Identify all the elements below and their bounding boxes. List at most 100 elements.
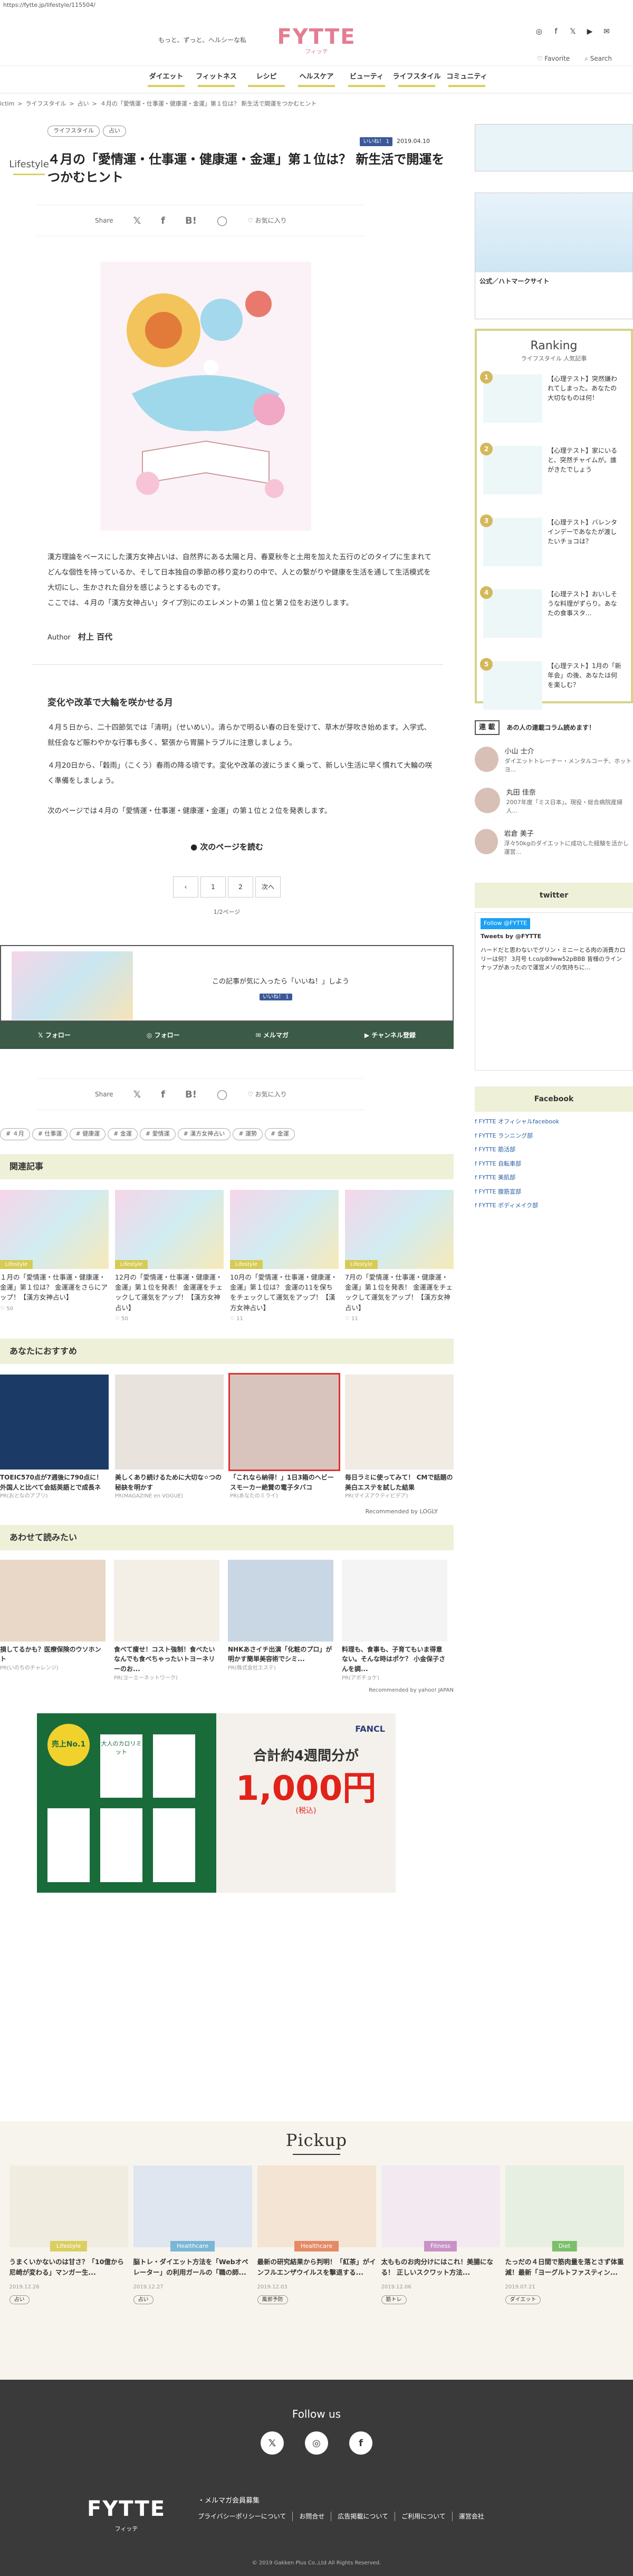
youtube-icon[interactable]: ▶ (584, 26, 595, 37)
footer-mail[interactable]: ・メルマガ会員募集 (198, 2496, 260, 2506)
also-card[interactable]: 料理も、食事も、子育てもいま得意ない。そんな時はポケ？ 小金保子さんを調... P… (342, 1559, 447, 1682)
youtube-follow[interactable]: ▶ チャンネル登録 (365, 1031, 416, 1040)
twitter-icon[interactable]: 𝕏 (568, 26, 578, 37)
ranking-item[interactable]: 5 【心理テスト】1月の「新年会」の後、あなたは何を楽しむ？ (480, 657, 625, 722)
newsletter-follow[interactable]: ✉ メルマガ (256, 1031, 289, 1040)
facebook-link[interactable]: f FYTTE 腹筋宣部 (475, 1185, 633, 1199)
related-card[interactable]: Lifestyle 12月の「愛情運・仕事運・健康運・金運」第１位を発表！ 金運運… (115, 1189, 224, 1323)
footer-link[interactable]: ご利用について (395, 2512, 453, 2521)
hatena-share-icon[interactable]: B! (185, 214, 197, 228)
sidebar-ad[interactable]: 公式／ハトマークサイト (475, 193, 633, 319)
ad-banner[interactable]: 売上No.1 大人のカロリミット FANCL 合計約4週間分が 1,000円 (… (37, 1713, 396, 1893)
keyword-tag[interactable]: # 漢方女神占い (177, 1128, 231, 1140)
recommend-card[interactable]: TOEIC570点が7週後に790点に！外国人と比べて会話英語とで成長ネ PR(お… (0, 1375, 109, 1500)
also-card[interactable]: 食べて痩せ！コスト強制！食べたいなんでも食べちゃったいトヨーネリーのお... PR… (114, 1559, 219, 1682)
like-panel-button[interactable]: いいね！ 1 (260, 991, 292, 1002)
facebook-share-icon[interactable]: f (161, 214, 165, 228)
keyword-tag[interactable]: # ４月 (0, 1128, 30, 1140)
also-card[interactable]: 損してるかも？医療保険のウソホント PR(いのちのチャレンジ) (0, 1559, 106, 1682)
breadcrumb-item[interactable]: ictim (0, 100, 14, 115)
site-logo[interactable]: FYTTE フィッテ (274, 26, 359, 56)
banner-product: 大人のカロリミット (100, 1734, 142, 1798)
nav-item[interactable]: コミュニティ (442, 72, 492, 88)
footer-link[interactable]: 広告掲載について (331, 2512, 396, 2521)
favorite-button[interactable]: ♡ Favorite (537, 54, 570, 63)
yahoo-credit[interactable]: Recommended by yahoo! JAPAN (0, 1686, 454, 1694)
related-card[interactable]: Lifestyle １月の「愛情運・仕事運・健康運・金運」第１位は？ 金運運をさら… (0, 1189, 109, 1323)
breadcrumb-item[interactable]: 占い (78, 100, 89, 115)
recommend-card[interactable]: 「これなら納得！」1日3箱のヘビースモーカー絶賛の電子タバコ PR(あなたのミライ… (228, 1373, 340, 1500)
pager-button[interactable]: ‹ (173, 876, 198, 898)
recommend-grid: TOEIC570点が7週後に790点に！外国人と比べて会話英語とで成長ネ PR(お… (0, 1373, 454, 1500)
author-name[interactable]: 村上 百代 (78, 632, 112, 642)
facebook-icon[interactable]: f (551, 26, 561, 37)
pickup-card[interactable]: Fitness 太もものお肉分けにはこれ！美腸になる！ 正しいスクワット方法...… (381, 2165, 500, 2305)
facebook-link[interactable]: f FYTTE 自転車部 (475, 1157, 633, 1171)
like-button[interactable]: いいね！ 1 (360, 137, 393, 146)
twitter-follow[interactable]: 𝕏 フォロー (38, 1031, 71, 1040)
pickup-card[interactable]: Healthcare 脳トレ・ダイエット方法を「Webオペレーター」の利用ガールの… (133, 2165, 252, 2305)
footer-link[interactable]: お問合せ (293, 2512, 332, 2521)
facebook-link[interactable]: f FYTTE ボディメイク部 (475, 1199, 633, 1213)
pager-button[interactable]: 2 (228, 876, 253, 898)
next-page-link[interactable]: ● 次のページを読む (0, 841, 454, 853)
related-card[interactable]: Lifestyle 10月の「愛情運・仕事運・健康運・金運」第１位は？ 金運の11… (230, 1189, 339, 1323)
line-share-icon[interactable]: ◯ (217, 1087, 227, 1102)
twitter-share-icon[interactable]: 𝕏 (133, 1087, 141, 1102)
pager-button[interactable]: 次へ (255, 876, 281, 898)
pickup-card[interactable]: Lifestyle うまくいかないのは甘さ？「10億から尼崎が変わる」マンガー生.… (9, 2165, 128, 2305)
search-button[interactable]: ⌕ Search (584, 54, 612, 63)
logly-credit[interactable]: Recommended by LOGLY (0, 1508, 454, 1516)
nav-item[interactable]: ライフスタイル (392, 72, 442, 88)
favorite-share-button[interactable]: ♡ お気に入り (247, 216, 287, 225)
article-tag[interactable]: 占い (103, 126, 126, 137)
ranking-item[interactable]: 1 【心理テスト】突然嫌われてしまった。あなたの大切なものは何！ (480, 370, 625, 435)
pickup-card[interactable]: Diet たっだの４日間で筋肉量を落とさず体重減！最新「ヨーグルトファスティン..… (505, 2165, 624, 2305)
breadcrumb-item[interactable]: ライフスタイル (25, 100, 66, 115)
pickup-card[interactable]: Healthcare 最新の研究結果から判明！「紅茶」がインフルエンザウイルスを撃… (257, 2165, 376, 2305)
instagram-icon[interactable]: ◎ (305, 2431, 328, 2455)
keyword-tag[interactable]: # 健康運 (70, 1128, 106, 1140)
hatena-share-icon[interactable]: B! (185, 1087, 197, 1102)
mail-icon[interactable]: ✉ (601, 26, 612, 37)
writer-item[interactable]: 小山 士介 ダイエットトレーナー・メンタルコーチ、ホットヨ... (475, 747, 633, 779)
keyword-tag[interactable]: # 運勢 (233, 1128, 263, 1140)
article-tag[interactable]: ライフスタイル (47, 126, 100, 137)
instagram-follow[interactable]: ◎ フォロー (147, 1031, 180, 1040)
nav-item[interactable]: ビューティ (342, 72, 392, 88)
footer-link[interactable]: プライバシーポリシーについて (198, 2512, 293, 2521)
instagram-icon[interactable]: ◎ (534, 26, 544, 37)
keyword-tag[interactable]: # 愛情運 (139, 1128, 176, 1140)
nav-item[interactable]: ダイエット (141, 72, 191, 88)
facebook-link[interactable]: f FYTTE 美肌部 (475, 1171, 633, 1185)
writer-item[interactable]: 丸田 佳奈 2007年度「ミス日本」。現役・総合病院産婦人... (475, 788, 633, 820)
nav-item[interactable]: フィットネス (191, 72, 242, 88)
facebook-link[interactable]: f FYTTE ランニング部 (475, 1129, 633, 1143)
sidebar-ad-top[interactable] (475, 124, 633, 171)
keyword-tag[interactable]: # 仕事運 (32, 1128, 68, 1140)
nav-item[interactable]: ヘルスケア (292, 72, 342, 88)
pager-button[interactable]: 1 (200, 876, 226, 898)
keyword-tag[interactable]: # 金運 (265, 1128, 295, 1140)
facebook-share-icon[interactable]: f (161, 1087, 165, 1102)
ranking-item[interactable]: 2 【心理テスト】家にいると、突然チャイムが。誰がきたでしょう (480, 442, 625, 507)
twitter-share-icon[interactable]: 𝕏 (133, 214, 141, 228)
also-card[interactable]: NHKあさイチ出演「化粧のプロ」が明かす簡単美容術でシミ... PR(株式会社エス… (228, 1559, 333, 1682)
keyword-tag[interactable]: # 金運 (108, 1128, 138, 1140)
writer-item[interactable]: 岩倉 美子 浮々50kgのダイエットに成功した経験を活かし運営... (475, 829, 633, 862)
line-share-icon[interactable]: ◯ (217, 214, 227, 228)
facebook-link[interactable]: f FYTTE 筋活部 (475, 1143, 633, 1157)
recommend-card[interactable]: 美しくあり続けるために大切な⚪︎つの秘訣を明かす PR(MAGAZINE en V… (115, 1375, 224, 1500)
footer-logo[interactable]: FYTTE フィッテ (87, 2493, 166, 2534)
related-card[interactable]: Lifestyle 7月の「愛情運・仕事運・健康運・金運」第１位を発表！ 金運運を… (345, 1189, 454, 1323)
recommend-card[interactable]: 毎日ラミに使ってみて！ CMで話題の美白エステを試した結果 PR(マイスアクティビ… (345, 1375, 454, 1500)
twitter-icon[interactable]: 𝕏 (261, 2431, 284, 2455)
twitter-follow-button[interactable]: Follow @FYTTE (481, 918, 531, 929)
footer-link[interactable]: 運営会社 (453, 2512, 491, 2521)
nav-item[interactable]: レシピ (242, 72, 292, 88)
ranking-item[interactable]: 3 【心理テスト】バレンタインデーであなたが渡したいチョコは？ (480, 514, 625, 579)
ranking-item[interactable]: 4 【心理テスト】おいしそうな料理がずらり。あなたの食事スタ... (480, 586, 625, 651)
facebook-icon[interactable]: f (349, 2431, 372, 2455)
favorite-share-button[interactable]: ♡ お気に入り (247, 1090, 287, 1099)
facebook-link[interactable]: f FYTTE オフィシャルfacebook (475, 1115, 633, 1129)
